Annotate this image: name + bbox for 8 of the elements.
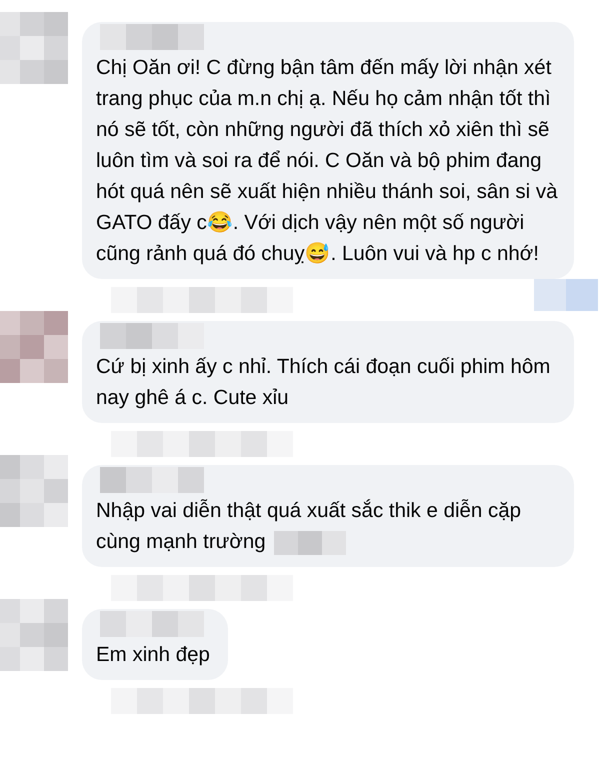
- comment-text: Chị Oăn ơi! C đừng bận tâm đến mấy lời nhận xét trang phục của m.n chị ạ. Nếu họ cảm nhận tốt thì nó sẽ tốt, còn những người đã thích xỏ xiên thì sẽ luôn tìm và soi ra để nói. C Oăn và bộ phim đang hót quá nên sẽ xuất hiện nhiều thánh soi, sân si và GATO đấy c😂. Với dịch vậy nên một số người cũng rảnh quá đó chuỵ😅. Luôn vui và hp c nhớ!: [96, 55, 559, 267]
- comment-text: Cứ bị xinh ấy c nhỉ. Thích cái đoạn cuối phim hôm nay ghê á c. Cute xỉu: [96, 354, 552, 411]
- comment-text: Em xinh đẹp: [96, 642, 211, 668]
- blurred-avatar: [0, 311, 68, 383]
- blurred-avatar: [0, 599, 68, 671]
- blurred-avatar: [0, 455, 68, 527]
- blurred-avatar: [0, 12, 68, 84]
- comment-text: Nhập vai diễn thật quá xuất sắc thik e diễn cặp cùng mạnh trường: [96, 498, 522, 557]
